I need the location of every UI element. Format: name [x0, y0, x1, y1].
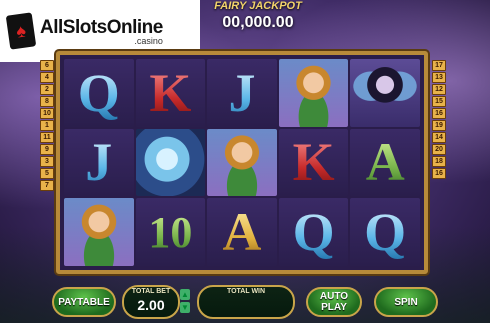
symbol-glyph: Q	[364, 202, 407, 263]
total-bet-value: 2.00	[137, 297, 165, 313]
symbol-glyph: Q	[292, 202, 335, 263]
auto-play-label-2: PLAY	[321, 302, 347, 313]
card-symbol: 10	[135, 198, 206, 266]
payline-number[interactable]: 10	[40, 108, 54, 119]
payline-number[interactable]: 5	[40, 168, 54, 179]
reel-frame: Q K J J K A 10 A Q Q	[56, 51, 428, 274]
payline-indicators-left: 6 4 2 8 10 1 11 9 3 5 7	[40, 60, 54, 191]
symbol-glyph: J	[228, 62, 256, 123]
payline-number[interactable]: 17	[432, 60, 446, 71]
card-symbol: A	[350, 128, 420, 197]
payline-number[interactable]: 19	[432, 120, 446, 131]
card-symbol: K	[135, 59, 206, 127]
payline-number[interactable]: 18	[432, 156, 446, 167]
spade-card-icon: ♠	[5, 12, 37, 50]
payline-number[interactable]: 16	[432, 168, 446, 179]
jackpot-display: FAIRY JACKPOT 00,000.00	[198, 0, 318, 40]
darkfairy-symbol	[350, 59, 420, 127]
card-symbol: J	[64, 128, 134, 197]
fairy-symbol	[207, 128, 277, 197]
moon-symbol	[135, 128, 206, 197]
symbol-glyph: 10	[148, 207, 193, 257]
payline-number[interactable]: 11	[40, 132, 54, 143]
jackpot-value: 00,000.00	[222, 14, 294, 31]
total-bet-label: TOTAL BET	[131, 288, 171, 295]
symbol-glyph: Q	[77, 62, 120, 123]
payline-number[interactable]: 8	[40, 96, 54, 107]
symbol-glyph: K	[292, 132, 335, 193]
symbol-glyph: K	[149, 62, 192, 123]
payline-number[interactable]: 13	[432, 72, 446, 83]
total-win-label: TOTAL WIN	[226, 288, 266, 295]
symbol-glyph: A	[365, 132, 405, 193]
bet-increase-icon[interactable]: ▲	[180, 289, 190, 300]
symbol-glyph: J	[85, 132, 113, 193]
card-symbol: J	[207, 59, 277, 127]
card-symbol: Q	[350, 198, 420, 266]
auto-play-button[interactable]: AUTO PLAY	[306, 287, 362, 317]
payline-number[interactable]: 2	[40, 84, 54, 95]
symbol-glyph: A	[222, 202, 262, 263]
payline-number[interactable]: 12	[432, 84, 446, 95]
bet-stepper[interactable]: ▲ ▼	[180, 289, 190, 313]
fairy-symbol	[278, 59, 349, 127]
payline-number[interactable]: 20	[432, 144, 446, 155]
total-win-panel: TOTAL WIN	[197, 285, 295, 319]
payline-number[interactable]: 1	[40, 120, 54, 131]
payline-number[interactable]: 16	[432, 108, 446, 119]
reel-grid: Q K J J K A 10 A Q Q	[64, 59, 420, 266]
payline-number[interactable]: 4	[40, 72, 54, 83]
payline-number[interactable]: 15	[432, 96, 446, 107]
card-symbol: Q	[64, 59, 134, 127]
auto-play-label-1: AUTO	[319, 291, 349, 302]
spin-button[interactable]: SPIN	[374, 287, 438, 317]
payline-indicators-right: 17 13 12 15 16 19 14 20 18 16	[432, 60, 446, 179]
card-symbol: A	[207, 198, 277, 266]
payline-number[interactable]: 3	[40, 156, 54, 167]
payline-number[interactable]: 6	[40, 60, 54, 71]
bet-decrease-icon[interactable]: ▼	[180, 302, 190, 313]
card-symbol: K	[278, 128, 349, 197]
jackpot-label: FAIRY JACKPOT	[214, 0, 302, 12]
payline-number[interactable]: 9	[40, 144, 54, 155]
card-symbol: Q	[278, 198, 349, 266]
payline-number[interactable]: 7	[40, 180, 54, 191]
total-bet-panel: TOTAL BET 2.00	[122, 285, 180, 319]
paytable-button[interactable]: PAYTABLE	[52, 287, 116, 317]
fairy-symbol	[64, 198, 134, 266]
payline-number[interactable]: 14	[432, 132, 446, 143]
